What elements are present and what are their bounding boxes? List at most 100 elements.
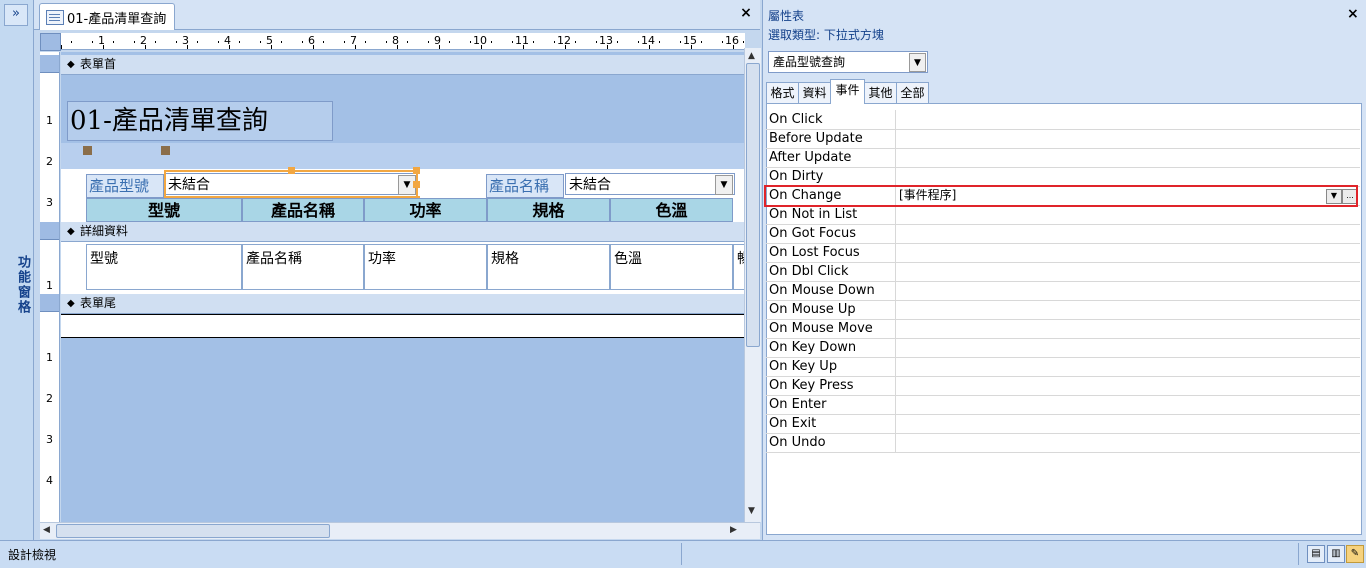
filter-label-name[interactable]: 產品名稱 [486,174,564,198]
nav-expand-button[interactable]: » [4,4,28,26]
section-bar-header[interactable]: ◆ 表單首 [61,55,745,75]
column-header[interactable]: 規格 [487,198,610,222]
ruler-number: 1 [98,34,105,47]
section-label: 表單尾 [80,296,117,310]
dropdown-arrow-icon[interactable]: ▼ [909,53,926,72]
property-name: On Click [766,110,896,129]
property-name: On Mouse Down [766,281,896,300]
form-view-icon[interactable]: ▤ [1307,545,1325,563]
vertical-ruler[interactable]: 1 2 3 1 1 2 3 4 [40,52,60,522]
property-row-on-exit[interactable]: On Exit [766,414,1360,434]
scroll-up-icon[interactable]: ▲ [748,51,755,61]
property-row-after-update[interactable]: After Update [766,148,1360,168]
detail-section-selector[interactable] [40,222,59,240]
design-view-icon[interactable]: ✎ [1346,545,1364,563]
resize-handle[interactable] [413,167,420,174]
property-row-on-lost-focus[interactable]: On Lost Focus [766,243,1360,263]
move-handle[interactable] [161,146,170,155]
tab-event[interactable]: 事件 [830,79,865,104]
property-row-on-mouse-move[interactable]: On Mouse Move [766,319,1360,339]
footer-section-area[interactable] [61,314,745,338]
resize-handle[interactable] [288,167,295,174]
scroll-right-icon[interactable]: ▶ [730,525,737,535]
vertical-scroll-thumb[interactable] [746,63,760,347]
detail-section-area[interactable]: 型號 產品名稱 功率 規格 色溫 暢 [61,242,745,294]
move-handle[interactable] [83,146,92,155]
property-row-on-dbl-click[interactable]: On Dbl Click [766,262,1360,282]
form-title-label[interactable]: 01-產品清單查詢 [67,101,333,141]
status-divider [681,543,682,565]
property-name: On Not in List [766,205,896,224]
form-selector[interactable] [40,33,61,51]
form-design-surface[interactable]: ◆ 表單首 01-產品清單查詢 產品型號 未結合 ▼ 產品名稱 未結合 ▼ 型號… [61,52,745,522]
property-row-on-key-press[interactable]: On Key Press [766,376,1360,396]
ruler-number: 16 [725,34,739,47]
property-row-on-mouse-up[interactable]: On Mouse Up [766,300,1360,320]
object-selector[interactable]: 產品型號查詢 ▼ [768,51,928,73]
document-tab[interactable]: 01-產品清單查詢 [39,3,175,30]
layout-view-icon[interactable]: ▥ [1327,545,1345,563]
detail-field[interactable]: 功率 [364,244,487,290]
detail-field[interactable]: 規格 [487,244,610,290]
scroll-down-icon[interactable]: ▼ [748,506,755,516]
column-header[interactable]: 型號 [86,198,242,222]
tab-format[interactable]: 格式 [766,82,799,103]
column-header[interactable]: 功率 [364,198,487,222]
ruler-number: 6 [308,34,315,47]
tab-all[interactable]: 全部 [896,82,929,103]
property-row-on-key-up[interactable]: On Key Up [766,357,1360,377]
ruler-number: 2 [46,155,53,168]
name-combobox[interactable]: 未結合 ▼ [565,173,735,195]
ruler-number: 2 [46,392,53,405]
property-row-before-update[interactable]: Before Update [766,129,1360,149]
ruler-number: 14 [641,34,655,47]
section-bar-detail[interactable]: ◆ 詳細資料 [61,222,745,242]
dropdown-arrow-icon[interactable]: ▼ [715,175,733,195]
footer-section-selector[interactable] [40,294,59,312]
ruler-number: 4 [46,474,53,487]
header-section-selector[interactable] [40,55,59,73]
navigation-pane: » 功能窗格 [0,0,34,540]
detail-field[interactable]: 色溫 [610,244,733,290]
tab-other[interactable]: 其他 [864,82,897,103]
property-name: On Mouse Up [766,300,896,319]
resize-handle[interactable] [413,181,420,188]
section-bar-footer[interactable]: ◆ 表單尾 [61,294,745,314]
property-name: On Key Press [766,376,896,395]
property-sheet: 屬性表 × 選取類型: 下拉式方塊 產品型號查詢 ▼ 格式 資料 事件 其他 全… [762,0,1366,540]
document-tab-label: 01-產品清單查詢 [67,12,167,27]
property-sheet-title: 屬性表 [768,9,805,23]
form-design-window: 01-產品清單查詢 × 1 2 3 4 5 6 7 8 9 10 11 12 1… [34,0,761,540]
ruler-number: 1 [46,351,53,364]
nav-pane-title[interactable]: 功能窗格 [2,255,32,325]
section-arrow-icon: ◆ [67,59,75,70]
horizontal-ruler[interactable]: 1 2 3 4 5 6 7 8 9 10 11 12 13 14 15 16 [61,33,745,50]
close-property-sheet-icon[interactable]: × [1347,6,1359,22]
status-bar: 設計檢視 ▤ ▥ ✎ [0,540,1366,568]
property-row-on-click[interactable]: On Click [766,110,1360,130]
property-row-on-undo[interactable]: On Undo [766,433,1360,453]
close-document-icon[interactable]: × [738,5,754,21]
property-name: On Lost Focus [766,243,896,262]
detail-field[interactable]: 型號 [86,244,242,290]
column-header[interactable]: 產品名稱 [242,198,364,222]
property-name: On Key Up [766,357,896,376]
scroll-left-icon[interactable]: ◀ [43,525,50,535]
ruler-number: 5 [266,34,273,47]
section-label: 表單首 [80,57,117,71]
ruler-number: 4 [224,34,231,47]
property-row-on-mouse-down[interactable]: On Mouse Down [766,281,1360,301]
ruler-number: 9 [434,34,441,47]
horizontal-scroll-thumb[interactable] [56,524,330,538]
property-row-on-not-in-list[interactable]: On Not in List [766,205,1360,225]
property-row-on-key-down[interactable]: On Key Down [766,338,1360,358]
property-row-on-dirty[interactable]: On Dirty [766,167,1360,187]
tab-data[interactable]: 資料 [798,82,831,103]
filter-label-model[interactable]: 產品型號 [86,174,164,198]
column-header[interactable]: 色溫 [610,198,733,222]
detail-field[interactable]: 產品名稱 [242,244,364,290]
property-row-on-got-focus[interactable]: On Got Focus [766,224,1360,244]
property-name: On Got Focus [766,224,896,243]
property-name: Before Update [766,129,896,148]
property-row-on-enter[interactable]: On Enter [766,395,1360,415]
